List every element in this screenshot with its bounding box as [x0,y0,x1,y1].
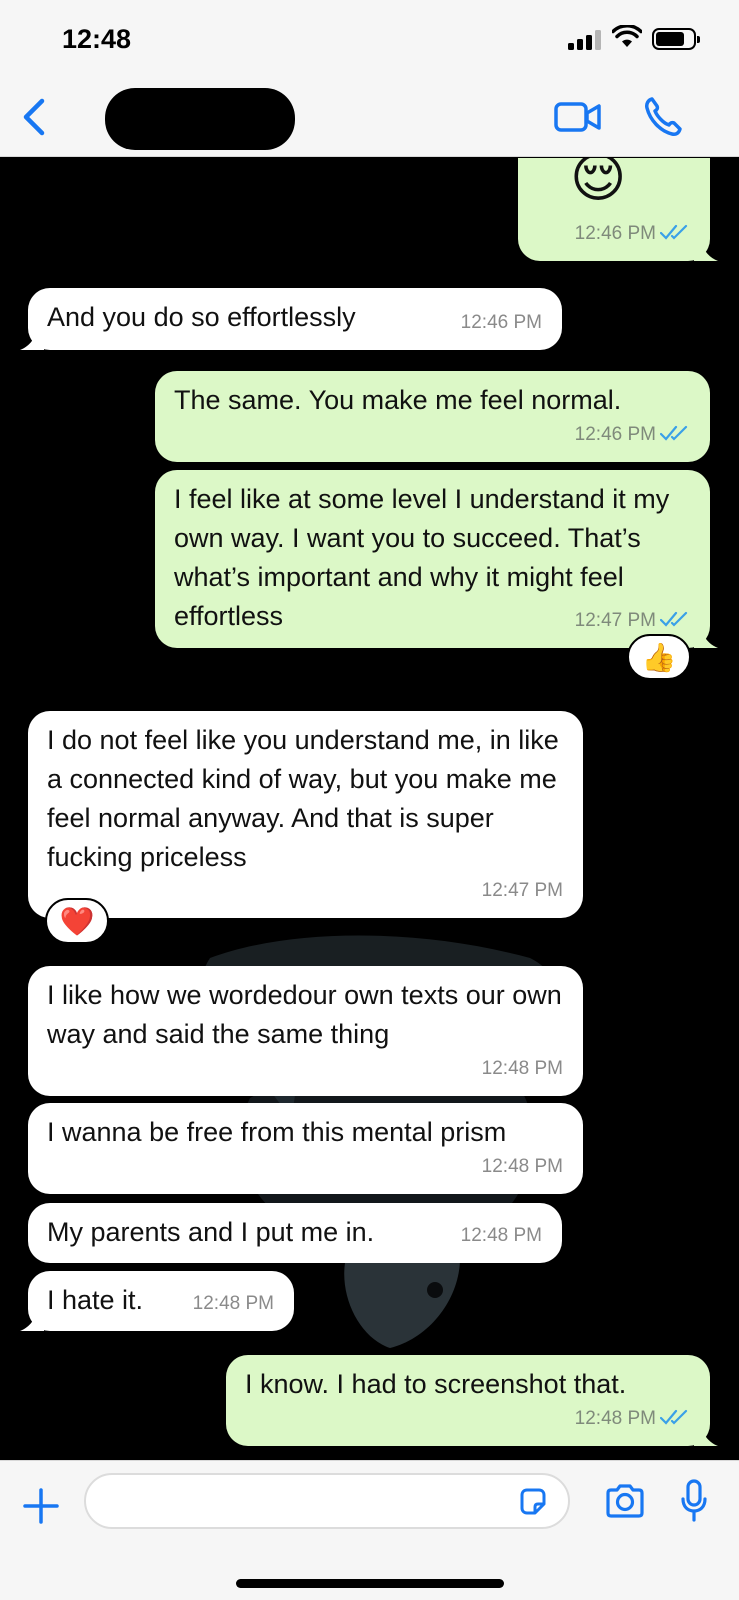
cellular-signal-icon [568,30,602,50]
message-bubble-incoming[interactable]: I hate it. 12:48 PM [20,1271,294,1331]
message-time: 12:46 PM [460,312,542,333]
sticker-icon[interactable] [518,1487,548,1517]
relieved-face-emoji: 😌 [570,158,627,208]
message-time: 12:47 PM [574,610,656,631]
message-time: 12:47 PM [481,880,563,901]
thumbs-up-reaction[interactable]: 👍 [627,634,691,680]
contact-name-redacted[interactable] [105,88,295,150]
message-list[interactable]: 😌 12:46 PM And you do so effortlessly 12… [0,158,739,1460]
message-input[interactable] [84,1473,570,1529]
message-bubble-outgoing[interactable]: I feel like at some level I understand i… [155,470,718,648]
message-time: 12:48 PM [481,1156,563,1177]
battery-icon [652,28,700,50]
message-bubble-outgoing[interactable]: The same. You make me feel normal. 12:46… [155,371,710,462]
microphone-icon[interactable] [680,1479,708,1523]
read-receipt-icon [660,611,688,627]
bubble-tail [20,1309,44,1331]
phone-call-icon[interactable] [643,96,683,138]
back-chevron-icon[interactable] [20,98,50,136]
bubble-tail [694,626,718,648]
read-receipt-icon [660,425,688,441]
video-call-icon[interactable] [554,100,602,134]
wifi-icon [612,25,642,47]
composer-bar [0,1460,739,1600]
message-time: 12:48 PM [192,1293,274,1314]
message-time: 12:46 PM [574,424,656,445]
message-bubble-outgoing[interactable]: I know. I had to screenshot that. 12:48 … [226,1355,718,1446]
bubble-tail [694,239,718,261]
message-text: I do not feel like you understand me, in… [47,725,559,872]
message-text: I like how we wordedour own texts our ow… [47,980,562,1049]
thumbs-up-emoji: 👍 [641,642,677,673]
message-bubble-incoming[interactable]: I like how we wordedour own texts our ow… [28,966,583,1096]
message-bubble-outgoing[interactable]: 😌 12:46 PM [518,158,718,261]
red-heart-emoji: ❤️ [59,906,95,937]
message-time: 12:48 PM [574,1408,656,1429]
read-receipt-icon [660,224,688,240]
bubble-tail [694,1424,718,1446]
message-bubble-incoming[interactable]: I wanna be free from this mental prism 1… [28,1103,583,1194]
message-time: 12:48 PM [481,1058,563,1079]
bubble-tail [20,328,44,350]
message-bubble-incoming[interactable]: And you do so effortlessly 12:46 PM [20,288,562,350]
message-time: 12:46 PM [574,223,656,244]
heart-reaction[interactable]: ❤️ [45,898,109,944]
camera-icon[interactable] [604,1483,646,1519]
message-bubble-incoming[interactable]: My parents and I put me in. 12:48 PM [28,1203,562,1263]
read-receipt-icon [660,1409,688,1425]
home-indicator [236,1579,504,1588]
message-time: 12:48 PM [460,1225,542,1246]
status-time: 12:48 [62,24,132,54]
chat-header: 12:48 [0,0,739,157]
plus-icon[interactable] [22,1487,60,1525]
message-bubble-incoming[interactable]: I do not feel like you understand me, in… [28,711,583,918]
